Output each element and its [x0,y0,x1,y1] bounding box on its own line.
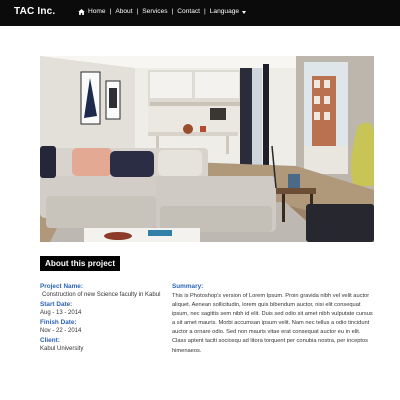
nav-separator: | [109,8,112,15]
nav-separator: | [204,8,206,15]
finish-date-value: Nov - 22 - 2014 [40,328,82,334]
nav-language-dropdown[interactable]: Language [209,8,247,15]
client-value: Kabul University [40,346,84,352]
project-name-block: Project Name: Construction of new Scienc… [40,283,166,299]
finish-date-block: Finish Date: Nov - 22 - 2014 [40,319,166,335]
nav-separator: | [136,8,139,15]
start-date-value: Aug - 13 - 2014 [40,310,82,316]
nav-home[interactable]: Home [78,8,106,15]
project-name-value: Construction of new Science faculty in K… [42,292,161,298]
client-label: Client: [40,337,60,344]
nav-separator: | [171,8,174,15]
section-heading-about-project: About this project [40,256,121,271]
living-room-photo [40,56,374,242]
start-date-label: Start Date: [40,301,73,308]
project-name-label: Project Name: [40,283,83,290]
project-hero-image [40,56,374,242]
nav-language-label: Language [209,8,240,15]
caret-down-icon [242,10,247,14]
summary-text: This is Photoshop's version of Lorem Ips… [172,293,373,354]
start-date-block: Start Date: Aug - 13 - 2014 [40,301,166,317]
project-summary: Summary: This is Photoshop's version of … [172,283,376,356]
nav-about[interactable]: About [115,8,132,15]
finish-date-label: Finish Date: [40,319,77,326]
project-details: Project Name: Construction of new Scienc… [40,283,166,355]
brand-logo[interactable]: TAC Inc. [14,6,55,17]
nav-home-label: Home [88,8,106,15]
top-navbar: TAC Inc. Home | About | Services | Conta… [0,0,400,26]
nav-services[interactable]: Services [142,8,167,15]
client-block: Client: Kabul University [40,337,166,353]
home-icon [78,8,85,15]
main-nav: Home | About | Services | Contact | Lang… [78,8,247,15]
summary-label: Summary: [172,283,204,290]
nav-contact[interactable]: Contact [177,8,200,15]
